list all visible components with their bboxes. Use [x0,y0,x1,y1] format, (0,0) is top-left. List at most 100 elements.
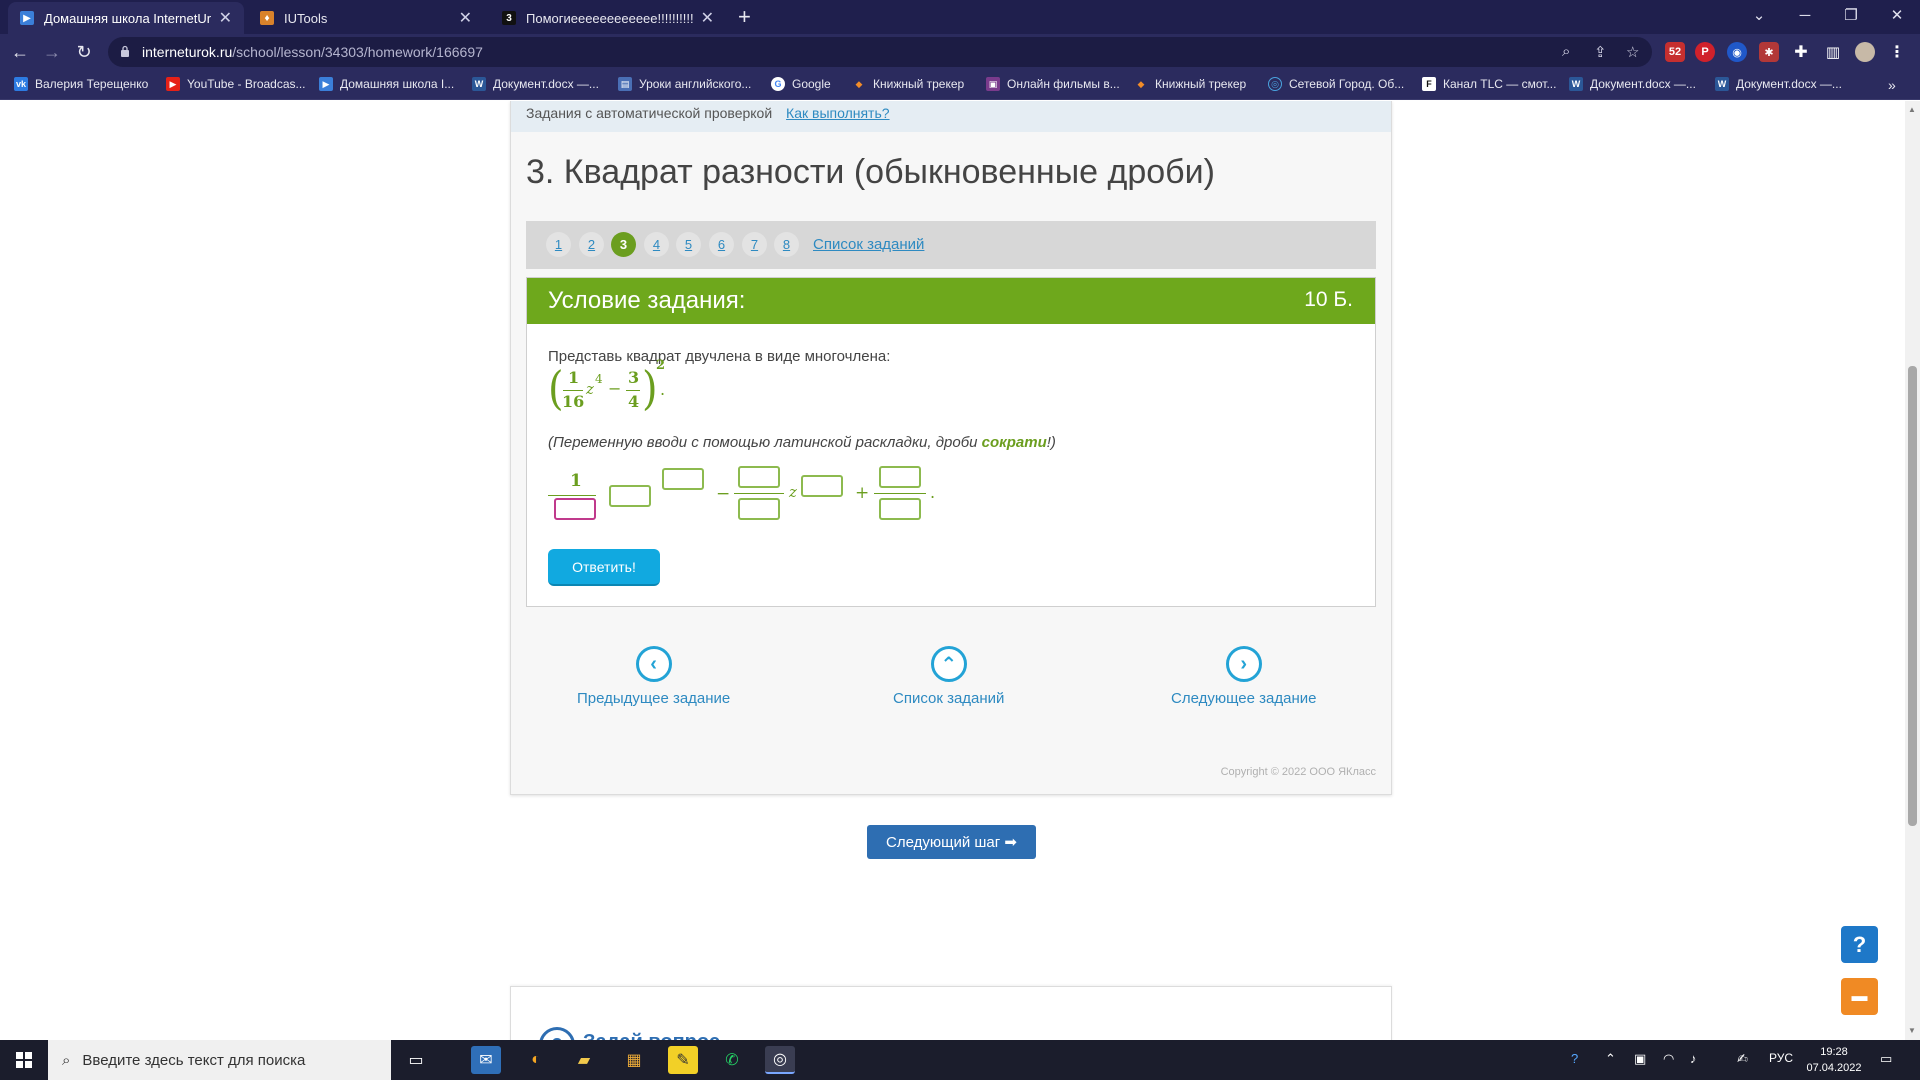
menu-kebab-icon[interactable]: ⋮ [1887,42,1907,62]
close-tab-icon[interactable]: ✕ [701,8,714,28]
new-tab-icon[interactable]: + [738,4,751,30]
address-bar[interactable]: interneturok.ru/school/lesson/34303/home… [108,37,1652,67]
bookmark-label: Домашняя школа I... [340,77,455,91]
answer-input-exponent1[interactable] [662,468,704,490]
more-bookmarks-icon[interactable]: » [1888,77,1896,93]
profile-avatar[interactable] [1855,42,1875,62]
pager-item[interactable]: 5 [676,232,701,257]
bookmark-item[interactable]: ▣ Онлайн фильмы в... [986,77,1120,91]
scroll-down-icon[interactable]: ▼ [1908,1026,1916,1035]
scrollbar-thumb[interactable] [1908,366,1917,826]
taskbar-search-placeholder: Введите здесь текст для поиска [82,1051,306,1069]
tab-znanija[interactable]: 3 Помогиееееееееееее!!!!!!!!!!! ✕ [490,2,726,34]
browser-toolbar: ← → ↻ interneturok.ru/school/lesson/3430… [0,34,1920,70]
bookmark-item[interactable]: G Google [771,77,831,91]
submit-answer-button[interactable]: Ответить! [548,549,660,586]
fraction1-bar [563,390,583,391]
adblock-extension-icon[interactable]: 52 [1665,42,1685,62]
bookmark-star-icon[interactable]: ☆ [1626,43,1639,61]
answer-input-variable1[interactable] [609,485,651,507]
back-arrow-icon[interactable]: ← [8,40,32,64]
zoom-search-icon[interactable]: ⌕ [1562,43,1570,60]
tools-extension-icon[interactable]: ✱ [1759,42,1779,62]
extensions-puzzle-icon[interactable]: ✚ [1791,42,1811,62]
pen-icon[interactable]: ✍ [1737,1051,1748,1067]
vk-icon: vk [14,77,28,91]
answer-input-exponent2[interactable] [801,475,843,497]
bookmark-item[interactable]: F Канал TLC — смот... [1422,77,1556,91]
sticky-notes-icon[interactable]: ✎ [668,1046,698,1074]
tab-internetUrok[interactable]: ▶ Домашняя школа InternetUrok.r ✕ [8,2,244,34]
answer-input-denominator2[interactable] [738,498,780,520]
tray-chevron-up-icon[interactable]: ⌃ [1605,1051,1616,1067]
pager-item-current[interactable]: 3 [611,232,636,257]
volume-icon[interactable]: ♪ [1690,1051,1697,1066]
chrome-taskbar-icon[interactable]: ◎ [765,1046,795,1074]
tab-search-chevron-icon[interactable]: ⌄ [1736,0,1782,30]
pager-item[interactable]: 1 [546,232,571,257]
whatsapp-icon[interactable]: ✆ [717,1046,747,1074]
bookmark-item[interactable]: ▤ Уроки английского... [618,77,751,91]
answer-input-denominator1[interactable] [554,498,596,520]
bookmark-item[interactable]: ◆ Книжный трекер [852,77,965,91]
share-icon[interactable]: ⇪ [1594,43,1607,61]
yandex-browser-icon[interactable]: ◐ [521,1046,551,1074]
mail-app-icon[interactable]: ✉ [471,1046,501,1074]
help-button[interactable]: ? [1841,926,1878,963]
page-scrollbar[interactable]: ▲ ▼ [1905,101,1920,1040]
previous-task-link[interactable]: ‹ Предыдущее задание [577,646,730,707]
answer-input-numerator3[interactable] [879,466,921,488]
tab-title: Помогиееееееееееее!!!!!!!!!!! [526,10,693,26]
forward-arrow-icon[interactable]: → [40,40,64,64]
tab-iutools[interactable]: ♦ IUTools ✕ [248,2,484,34]
pager-item[interactable]: 2 [579,232,604,257]
scroll-up-icon[interactable]: ▲ [1908,105,1916,114]
pager-item[interactable]: 6 [709,232,734,257]
bookmark-item[interactable]: W Документ.docx —... [1569,77,1696,91]
answer-template: 1 − z + . [548,466,968,538]
close-window-icon[interactable]: ✕ [1874,0,1920,30]
language-indicator[interactable]: РУС [1769,1051,1793,1065]
bookmark-label: YouTube - Broadcas... [187,77,306,91]
close-tab-icon[interactable]: ✕ [459,8,472,28]
pager-item[interactable]: 4 [644,232,669,257]
word-doc-icon: W [472,77,486,91]
restore-icon[interactable]: ❐ [1828,0,1874,30]
side-panel-icon[interactable]: ▥ [1823,42,1843,62]
next-task-link[interactable]: › Следующее задание [1171,646,1316,707]
bookmark-item[interactable]: W Документ.docx —... [472,77,599,91]
taskbar-search-box[interactable]: ⌕ Введите здесь текст для поиска [48,1040,391,1080]
next-step-button[interactable]: Следующий шаг ➡ [867,825,1036,859]
task-list-nav-link[interactable]: ⌃ Список заданий [893,646,1004,707]
windows-start-icon[interactable] [0,1040,48,1080]
bookmark-item[interactable]: ▶ YouTube - Broadcas... [166,77,306,91]
task-view-icon[interactable]: ▭ [401,1046,431,1074]
bookmark-item[interactable]: vk Валерия Терещенко [14,77,148,91]
ask-question-link[interactable]: Задай вопрос [583,1031,720,1040]
help-tray-icon[interactable]: ? [1571,1051,1578,1066]
meet-now-icon[interactable]: ▣ [1634,1051,1646,1067]
pager-item[interactable]: 7 [742,232,767,257]
bookmark-item[interactable]: ◎ Сетевой Город. Об... [1268,77,1404,91]
pager-item[interactable]: 8 [774,232,799,257]
wifi-icon[interactable]: ◠ [1663,1051,1674,1067]
answer-input-numerator2[interactable] [738,466,780,488]
reload-icon[interactable]: ↻ [72,40,96,64]
chat-bubble-icon[interactable]: ▬ [1841,978,1878,1015]
task-list-link[interactable]: Список заданий [813,236,924,253]
file-explorer-icon[interactable]: ▰ [569,1046,599,1074]
store-app-icon[interactable]: ▦ [619,1046,649,1074]
close-tab-icon[interactable]: ✕ [219,8,232,28]
bookmark-item[interactable]: ◆ Книжный трекер [1134,77,1247,91]
minimize-icon[interactable]: ─ [1782,0,1828,30]
bookmark-item[interactable]: ▶ Домашняя школа I... [319,77,454,91]
how-to-link[interactable]: Как выполнять? [786,105,890,121]
vpn-extension-icon[interactable]: ◉ [1727,42,1747,62]
pinterest-extension-icon[interactable]: P [1695,42,1715,62]
next-task-label: Следующее задание [1171,690,1317,707]
notifications-icon[interactable]: ▭ [1880,1051,1892,1067]
bookmark-item[interactable]: W Документ.docx —... [1715,77,1842,91]
auto-check-bar: Задания с автоматической проверкой Как в… [511,101,1391,132]
system-clock[interactable]: 19:28 07.04.2022 [1806,1044,1862,1076]
answer-input-denominator3[interactable] [879,498,921,520]
